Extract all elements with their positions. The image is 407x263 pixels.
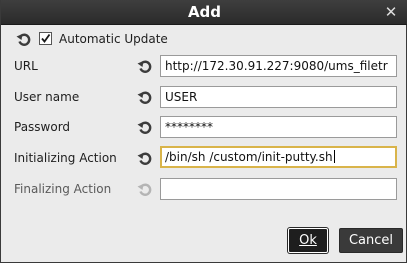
reset-automatic-update-icon[interactable] [16,31,32,47]
reset-url-icon[interactable] [137,58,153,74]
password-label: Password [14,120,71,134]
ok-button-label: Ok [299,233,317,248]
dialog-title: Add [187,3,222,21]
username-field[interactable]: USER [160,86,397,108]
final-action-field[interactable] [160,178,397,200]
checkmark-icon [41,33,51,43]
automatic-update-checkbox[interactable] [39,32,52,45]
reset-arrow-icon [16,33,31,46]
final-action-label: Finalizing Action [14,182,112,196]
url-label: URL [14,59,38,73]
reset-arrow-icon [137,60,152,73]
add-dialog: Add ✕ Automatic Update URL http://172.30… [0,0,407,263]
ok-button[interactable]: Ok [288,228,328,253]
reset-arrow-icon [137,91,152,104]
init-action-value: /bin/sh /custom/init-putty.sh [165,150,333,164]
reset-password-icon[interactable] [137,119,153,135]
reset-init-action-icon[interactable] [137,150,153,166]
reset-arrow-icon [137,183,152,196]
reset-username-icon[interactable] [137,89,153,105]
reset-arrow-icon [137,152,152,165]
title-bar[interactable]: Add ✕ [1,0,407,25]
automatic-update-label: Automatic Update [59,32,168,46]
close-icon[interactable]: ✕ [381,2,401,22]
password-field[interactable]: ******** [160,116,397,138]
reset-arrow-icon [137,121,152,134]
init-action-label: Initializing Action [14,151,117,165]
init-action-field[interactable]: /bin/sh /custom/init-putty.sh [160,146,397,168]
url-field[interactable]: http://172.30.91.227:9080/ums_filetr [160,55,397,77]
cancel-button[interactable]: Cancel [339,228,403,253]
text-caret [333,150,335,163]
username-label: User name [14,90,80,104]
reset-final-action-icon [137,181,153,197]
